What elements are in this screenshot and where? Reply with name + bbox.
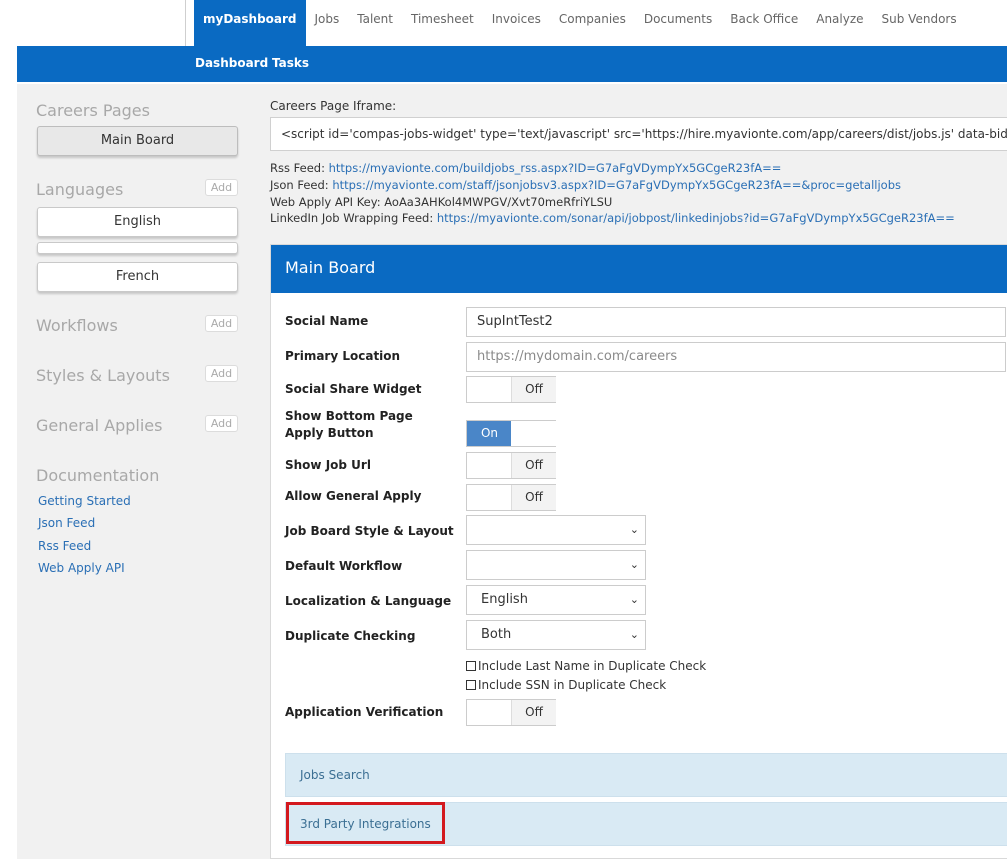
sidebar: Careers Pages Main Board Languages Add E… (17, 84, 259, 859)
chevron-down-icon: ⌄ (629, 558, 639, 571)
iframe-code-field[interactable]: <script id='compas-jobs-widget' type='te… (270, 117, 1007, 151)
tab-companies[interactable]: Companies (550, 0, 635, 46)
styles-layouts-heading: Styles & Layouts (36, 366, 170, 385)
add-workflow-button[interactable]: Add (205, 315, 238, 332)
rss-feed-line: Rss Feed: https://myavionte.com/buildjob… (270, 161, 781, 175)
tab-invoices[interactable]: Invoices (483, 0, 550, 46)
social-name-label: Social Name (285, 314, 369, 328)
language-french[interactable]: French (37, 262, 238, 292)
include-last-name-checkbox[interactable]: Include Last Name in Duplicate Check (466, 659, 706, 673)
workflows-heading: Workflows (36, 316, 118, 335)
top-tabs: myDashboard Jobs Talent Timesheet Invoic… (194, 0, 966, 46)
add-general-apply-button[interactable]: Add (205, 415, 238, 432)
style-layout-select[interactable]: ⌄ (466, 515, 646, 545)
sub-navigation: Dashboard Tasks (17, 46, 1007, 82)
toggle-blank (467, 453, 512, 478)
language-blank[interactable] (37, 242, 238, 254)
include-ssn-checkbox[interactable]: Include SSN in Duplicate Check (466, 678, 666, 692)
default-workflow-label: Default Workflow (285, 559, 403, 573)
tab-sub-vendors[interactable]: Sub Vendors (873, 0, 966, 46)
doc-link-rss-feed[interactable]: Rss Feed (38, 539, 91, 553)
documentation-heading: Documentation (36, 466, 160, 485)
checkbox-label: Include Last Name in Duplicate Check (478, 659, 707, 673)
duplicate-checking-label: Duplicate Checking (285, 629, 416, 643)
social-name-input[interactable]: SupIntTest2 (466, 307, 1006, 337)
doc-link-web-apply-api[interactable]: Web Apply API (38, 561, 125, 575)
languages-heading: Languages (36, 180, 124, 199)
subnav-dashboard[interactable]: Dashboard (195, 46, 268, 82)
primary-location-input[interactable]: https://mydomain.com/careers (466, 342, 1006, 372)
tab-back-office[interactable]: Back Office (721, 0, 807, 46)
toggle-state: Off (511, 377, 556, 402)
toggle-blank (467, 377, 512, 402)
json-feed-line: Json Feed: https://myavionte.com/staff/j… (270, 178, 901, 192)
select-value: English (481, 592, 528, 607)
doc-link-json-feed[interactable]: Json Feed (38, 516, 95, 530)
social-share-label: Social Share Widget (285, 382, 422, 396)
linkedin-feed-link[interactable]: https://myavionte.com/sonar/api/jobpost/… (437, 211, 955, 225)
main-board-panel: Main Board Social Name SupIntTest2 Prima… (270, 244, 1007, 859)
chevron-down-icon: ⌄ (629, 628, 639, 641)
checkbox-label: Include SSN in Duplicate Check (478, 678, 667, 692)
tab-analyze[interactable]: Analyze (807, 0, 872, 46)
tab-timesheet[interactable]: Timesheet (402, 0, 483, 46)
tab-documents[interactable]: Documents (635, 0, 721, 46)
nav-divider (185, 0, 186, 46)
web-apply-api-key: Web Apply API Key: AoAa3AHKol4MWPGV/Xvt7… (270, 195, 613, 209)
toggle-blank (467, 485, 512, 510)
duplicate-checking-select[interactable]: Both ⌄ (466, 620, 646, 650)
show-job-url-toggle[interactable]: Off (466, 452, 556, 479)
application-verification-toggle[interactable]: Off (466, 699, 556, 726)
default-workflow-select[interactable]: ⌄ (466, 550, 646, 580)
bottom-apply-label: Show Bottom Page Apply Button (285, 409, 413, 440)
toggle-state: Off (511, 700, 556, 725)
json-feed-label: Json Feed: (270, 178, 333, 192)
doc-link-getting-started[interactable]: Getting Started (38, 494, 131, 508)
highlight-box (286, 802, 445, 844)
rss-feed-link[interactable]: https://myavionte.com/buildjobs_rss.aspx… (329, 161, 782, 175)
tab-talent[interactable]: Talent (348, 0, 402, 46)
general-applies-heading: General Applies (36, 416, 163, 435)
toggle-state: Off (511, 453, 556, 478)
social-share-toggle[interactable]: Off (466, 376, 556, 403)
careers-page-main-board[interactable]: Main Board (37, 126, 238, 156)
toggle-blank (467, 700, 512, 725)
linkedin-feed-label: LinkedIn Job Wrapping Feed: (270, 211, 437, 225)
add-style-button[interactable]: Add (205, 365, 238, 382)
general-apply-toggle[interactable]: Off (466, 484, 556, 511)
tab-jobs[interactable]: Jobs (306, 0, 349, 46)
tab-mydashboard[interactable]: myDashboard (194, 0, 306, 46)
panel-title: Main Board (271, 245, 1007, 293)
toggle-state: Off (511, 485, 556, 510)
general-apply-label: Allow General Apply (285, 489, 422, 503)
main-content: Careers Page Iframe: <script id='compas-… (259, 84, 1007, 859)
iframe-label: Careers Page Iframe: (270, 99, 397, 113)
localization-label: Localization & Language (285, 594, 452, 608)
top-navigation: myDashboard Jobs Talent Timesheet Invoic… (0, 0, 1007, 46)
localization-select[interactable]: English ⌄ (466, 585, 646, 615)
select-value: Both (481, 627, 512, 642)
checkbox-box (466, 661, 476, 671)
application-verification-label: Application Verification (285, 705, 444, 719)
jobs-search-accordion[interactable]: Jobs Search (285, 753, 1007, 797)
toggle-blank (511, 421, 556, 446)
bottom-apply-toggle[interactable]: On (466, 420, 556, 447)
checkbox-box (466, 680, 476, 690)
subnav-tasks[interactable]: Tasks (272, 46, 309, 82)
style-layout-label: Job Board Style & Layout (285, 524, 454, 538)
rss-feed-label: Rss Feed: (270, 161, 329, 175)
linkedin-feed-line: LinkedIn Job Wrapping Feed: https://myav… (270, 211, 955, 225)
show-job-url-label: Show Job Url (285, 458, 371, 472)
add-language-button[interactable]: Add (205, 179, 238, 196)
careers-pages-heading: Careers Pages (36, 101, 150, 120)
chevron-down-icon: ⌄ (629, 593, 639, 606)
language-english[interactable]: English (37, 207, 238, 237)
primary-location-label: Primary Location (285, 349, 401, 363)
json-feed-link[interactable]: https://myavionte.com/staff/jsonjobsv3.a… (332, 178, 901, 192)
chevron-down-icon: ⌄ (629, 523, 639, 536)
toggle-state: On (467, 421, 512, 446)
